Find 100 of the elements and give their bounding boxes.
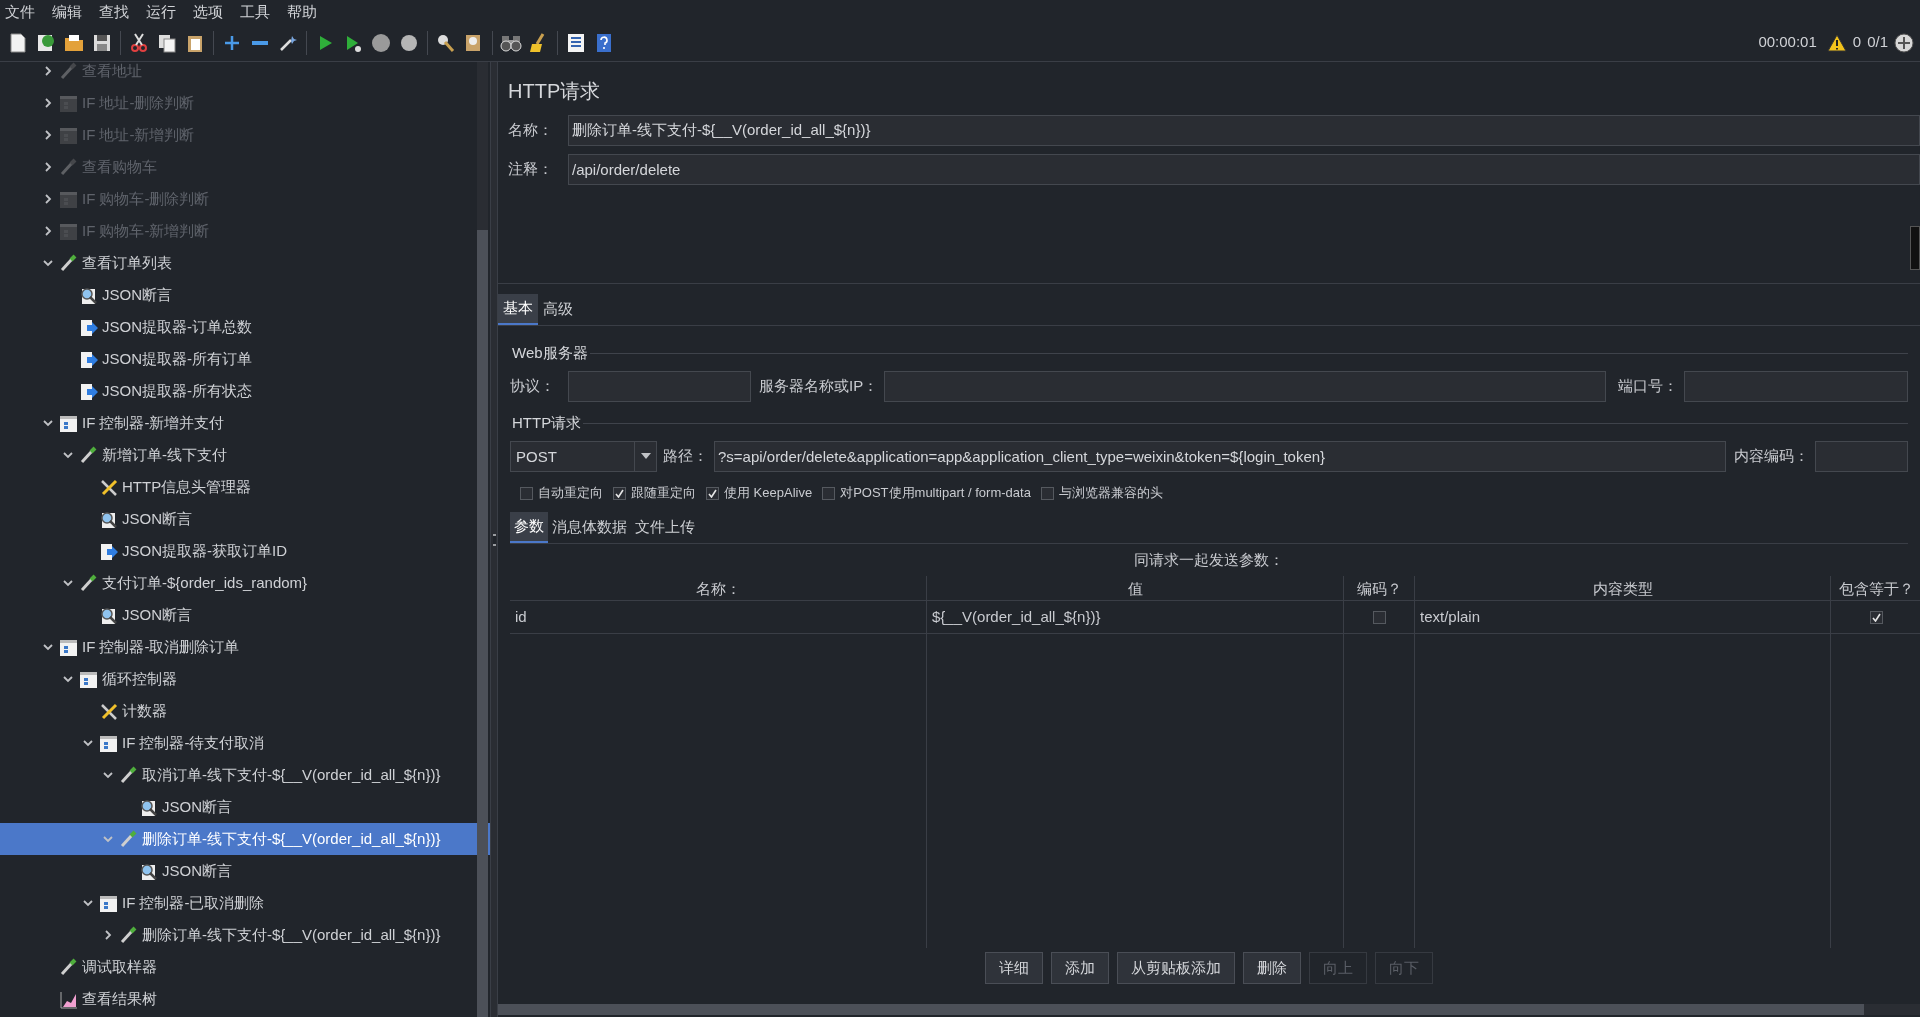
tree-row[interactable]: JSON提取器-所有状态 [0, 375, 490, 407]
checkbox[interactable] [520, 486, 533, 500]
window-icon [59, 413, 78, 433]
list-button[interactable] [565, 31, 587, 54]
protocol-field[interactable] [568, 370, 751, 402]
tree-row[interactable]: 支付订单-${order_ids_random} [0, 567, 490, 599]
tree-item-label: IF 地址-删除判断 [82, 92, 195, 113]
tree-item-label: 删除订单-线下支付-${__V(order_id_all_${n})} [142, 828, 441, 849]
field-label: 协议： [510, 375, 556, 396]
port-field[interactable] [1684, 370, 1908, 402]
tree-item-label: JSON提取器-订单总数 [102, 316, 252, 337]
tree-item-label: IF 地址-新增判断 [82, 124, 195, 145]
table-cell: id [510, 601, 926, 634]
tree-item-label: 调试取样器 [82, 956, 157, 977]
tab[interactable]: 基本 [498, 294, 538, 325]
thread-count: 0/1 [1867, 32, 1888, 53]
tree-item-label: 计数器 [122, 700, 167, 721]
scissors-button[interactable] [128, 31, 150, 54]
tree-row[interactable]: JSON断言 [0, 279, 490, 311]
name-field[interactable]: 删除订单-线下支付-${__V(order_id_all_${n})} [568, 115, 1920, 146]
tree-row[interactable]: IF 控制器-新增并支付 [0, 407, 490, 439]
menu-item[interactable]: 工具 [240, 0, 270, 24]
tree-row[interactable]: 删除订单-线下支付-${__V(order_id_all_${n})} [0, 919, 490, 951]
tree-row[interactable]: IF 控制器-待支付取消 [0, 727, 490, 759]
pipette-icon [59, 157, 78, 177]
tools-icon [99, 477, 118, 497]
tree-row[interactable]: 删除订单-线下支付-${__V(order_id_all_${n})} [0, 823, 490, 855]
new-file-button[interactable] [7, 31, 29, 54]
checkbox[interactable] [1372, 610, 1386, 624]
tree-row[interactable]: JSON提取器-所有订单 [0, 343, 490, 375]
column-header[interactable]: 名称： [510, 576, 926, 601]
checkbox[interactable] [1040, 486, 1054, 500]
menu-item[interactable]: 查找 [99, 0, 129, 24]
tree-item-label: 查看订单列表 [82, 252, 172, 273]
action-button[interactable]: 添加 [1051, 952, 1109, 984]
tree-row[interactable]: JSON提取器-订单总数 [0, 311, 490, 343]
tree-row[interactable]: 调试取样器 [0, 951, 490, 983]
path-field[interactable]: ?s=api/order/delete&application=app&application_client_type=weixin&token=${login_token} [714, 440, 1726, 472]
method-dropdown[interactable]: POST [510, 440, 657, 472]
pipette-icon [79, 445, 98, 465]
window-icon [59, 125, 78, 145]
elapsed-time: 00:00:01 [1758, 32, 1817, 53]
tree-row[interactable]: HTTP信息头管理器 [0, 471, 490, 503]
tree-row[interactable]: 取消订单-线下支付-${__V(order_id_all_${n})} [0, 759, 490, 791]
tree-item-label: 查看购物车 [82, 156, 157, 177]
tree-row[interactable]: 查看结果树 [0, 983, 490, 1015]
tree-item-label: 查看结果树 [82, 988, 157, 1009]
tree-row[interactable]: JSON断言 [0, 855, 490, 887]
encoding-field[interactable] [1815, 440, 1908, 472]
tab[interactable]: 消息体数据 [548, 512, 631, 543]
column-header[interactable]: 内容类型 [1415, 576, 1830, 601]
tree-row[interactable]: 循环控制器 [0, 663, 490, 695]
column-header[interactable]: 值 [927, 576, 1343, 601]
checkbox[interactable] [822, 486, 836, 500]
tree-item-label: IF 购物车-删除判断 [82, 188, 210, 209]
tree-item-label: IF 控制器-待支付取消 [122, 732, 265, 753]
tree-row[interactable]: 查看订单列表 [0, 247, 490, 279]
stop-button[interactable] [370, 31, 392, 54]
scrollbar-thumb[interactable] [477, 230, 488, 1017]
pipette-icon [59, 62, 78, 81]
menu-item[interactable]: 运行 [146, 0, 176, 24]
tree-row[interactable]: IF 控制器-取消删除订单 [0, 631, 490, 663]
action-button[interactable]: 详细 [985, 952, 1043, 984]
tree-row[interactable]: JSON断言 [0, 503, 490, 535]
window-icon [99, 893, 118, 913]
menu-item[interactable]: 文件 [5, 0, 35, 24]
scrollbar-thumb[interactable] [498, 1004, 1864, 1015]
tab[interactable]: 高级 [538, 294, 578, 325]
checkbox[interactable] [706, 486, 719, 500]
document-arrow-icon [99, 541, 118, 561]
comment-field[interactable]: /api/order/delete [568, 154, 1920, 185]
tree-row[interactable]: 计数器 [0, 695, 490, 727]
panel-title: HTTP请求 [508, 79, 602, 104]
action-button[interactable]: 从剪贴板添加 [1117, 952, 1235, 984]
tab[interactable]: 参数 [510, 512, 548, 543]
magnifier-icon [99, 509, 118, 529]
column-header[interactable]: 包含等于？ [1831, 576, 1920, 601]
tree-item-label: JSON提取器-所有订单 [102, 348, 252, 369]
tree-row[interactable]: JSON提取器-获取订单ID [0, 535, 490, 567]
tree-row[interactable]: JSON断言 [0, 599, 490, 631]
tree-row[interactable]: JSON断言 [0, 791, 490, 823]
new-file-icon [7, 31, 29, 54]
server-field[interactable] [884, 370, 1607, 402]
menu-item[interactable]: 编辑 [52, 0, 82, 24]
magnifier-icon [139, 797, 158, 817]
action-button[interactable]: 删除 [1243, 952, 1301, 984]
field-label: 端口号： [1618, 375, 1679, 396]
tree-item-label: IF 购物车-新增判断 [82, 220, 210, 241]
menu-item[interactable]: 选项 [193, 0, 223, 24]
menu-item[interactable]: 帮助 [287, 0, 317, 24]
column-header[interactable]: 编码？ [1344, 576, 1414, 601]
tree-row[interactable]: 新增订单-线下支付 [0, 439, 490, 471]
check-icon [708, 488, 717, 498]
tab[interactable]: 文件上传 [631, 512, 699, 543]
checkbox[interactable] [1870, 610, 1883, 624]
window-icon [99, 733, 118, 753]
side-handle[interactable] [1910, 226, 1920, 270]
checkbox[interactable] [613, 486, 626, 500]
tree-row[interactable]: IF 控制器-已取消删除 [0, 887, 490, 919]
table-cell: ${__V(order_id_all_${n})} [927, 601, 1343, 634]
